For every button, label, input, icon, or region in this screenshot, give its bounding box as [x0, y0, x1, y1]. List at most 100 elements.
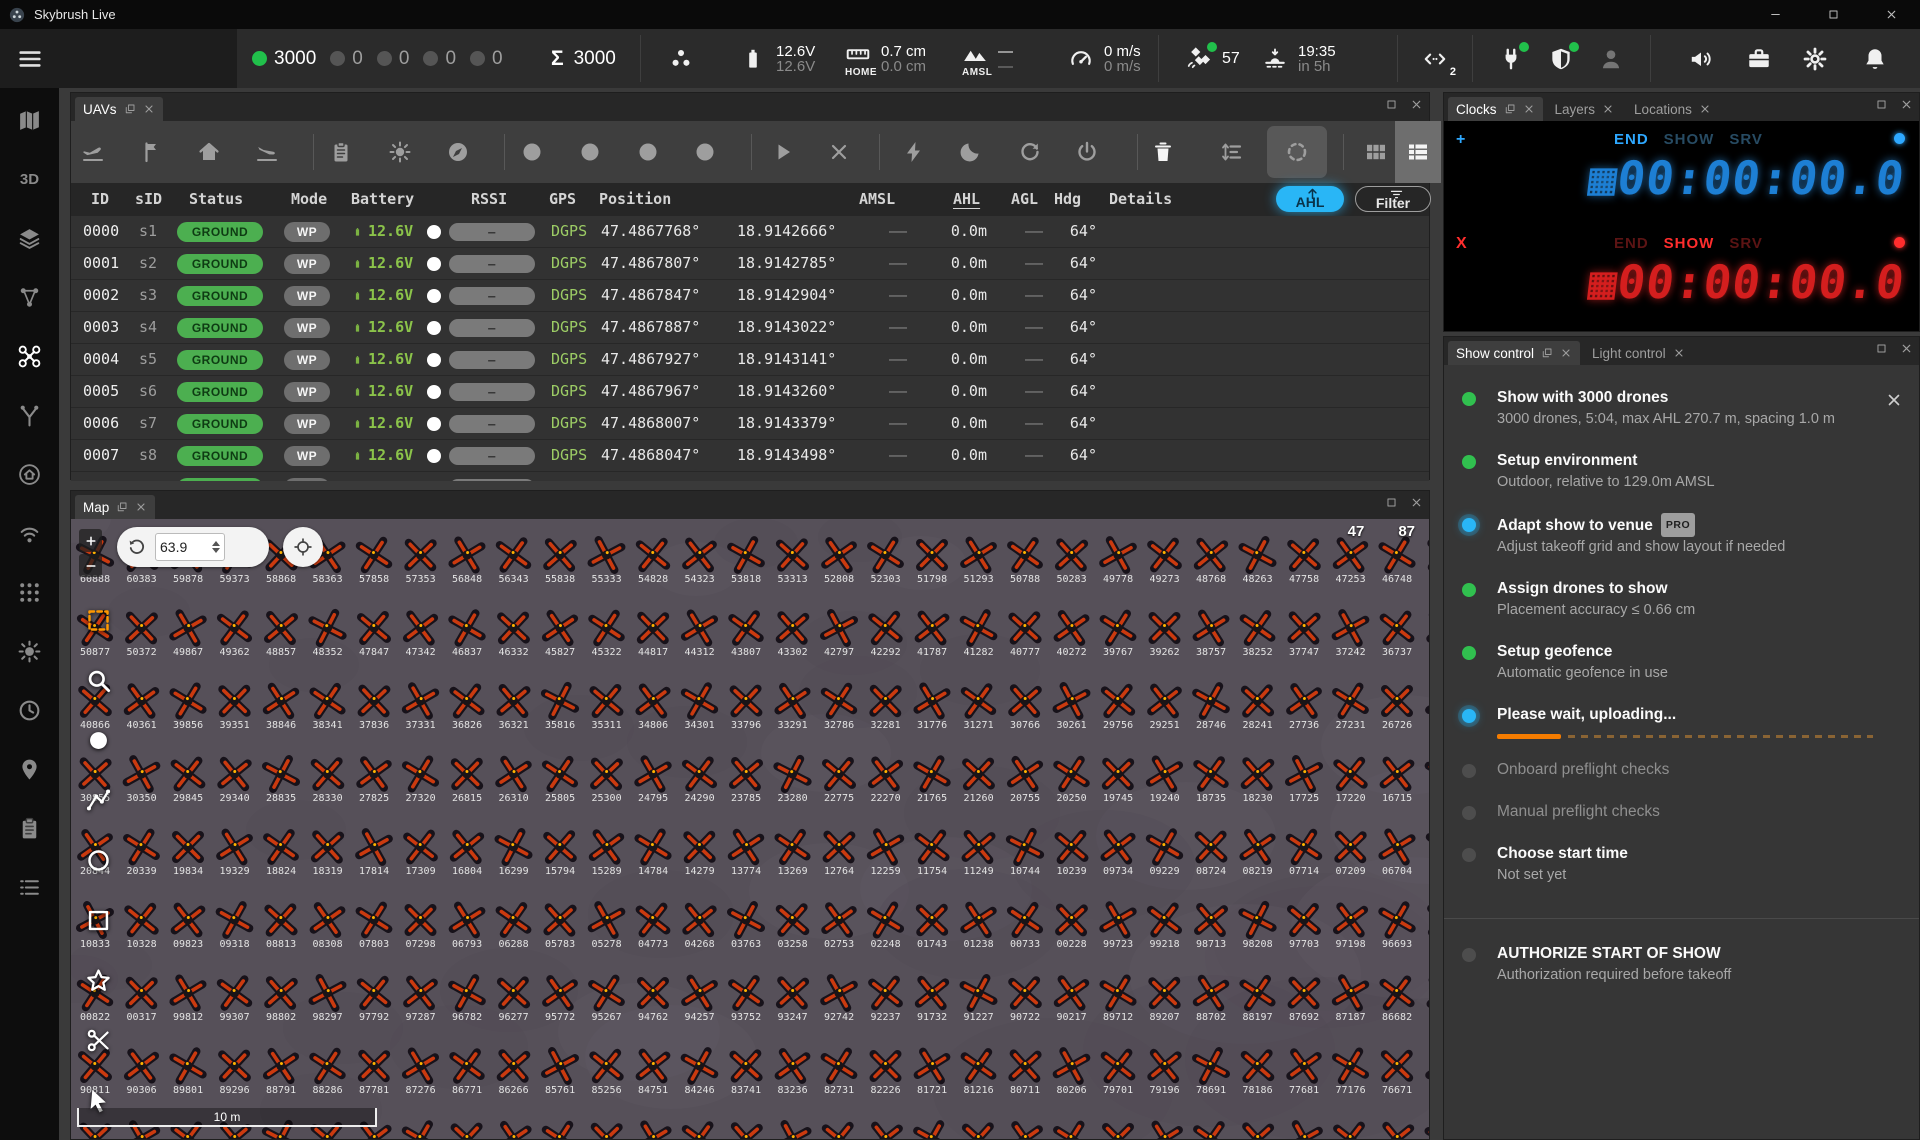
battery-summary[interactable]: 12.6V 12.6V [740, 29, 815, 88]
clock-label-srv[interactable]: SRV [1729, 235, 1763, 252]
start-button[interactable] [771, 140, 795, 164]
column-header-gps[interactable]: GPS [549, 183, 576, 216]
minimize-button[interactable] [1746, 0, 1804, 29]
path-tool-icon[interactable] [85, 787, 112, 814]
swarm-status[interactable] [668, 29, 694, 88]
setup-step-7[interactable]: Onboard preflight checks [1444, 749, 1919, 791]
altitude-summary[interactable]: AMSL — — [962, 29, 1013, 88]
color-1-button[interactable] [520, 140, 544, 164]
tab-locations[interactable]: Locations [1626, 97, 1719, 121]
grid-view-button[interactable] [1364, 140, 1388, 164]
remove-button[interactable] [1151, 140, 1175, 164]
column-header-mode[interactable]: Mode [291, 183, 327, 216]
uav-row-0004[interactable]: 0004 s5 GROUND WP 12.6V — DGPS 47.4867927° 18.91… [71, 344, 1429, 376]
settings-button[interactable] [1802, 29, 1828, 88]
list-view-button[interactable] [1406, 140, 1430, 164]
uav-count-slot2[interactable]: 0 [376, 48, 409, 70]
setup-step-6[interactable]: Please wait, uploading... [1444, 694, 1919, 749]
sort-list-button[interactable] [1220, 140, 1244, 164]
messages-button[interactable] [329, 140, 353, 164]
sunset-schedule[interactable]: 19:35 in 5h [1262, 29, 1336, 88]
selection-mode-button[interactable] [1285, 140, 1309, 164]
notifications-button[interactable] [1862, 29, 1888, 88]
select-tool-icon[interactable] [85, 607, 112, 634]
close-tab-icon[interactable] [1602, 103, 1614, 115]
power-off-button[interactable] [1075, 140, 1099, 164]
return-to-home-button[interactable] [197, 140, 221, 164]
toolbox-button[interactable] [1746, 29, 1772, 88]
rectangle-tool-icon[interactable] [85, 907, 112, 934]
reboot-button[interactable] [1018, 140, 1042, 164]
column-header-sid[interactable]: sID [135, 183, 162, 216]
maximize-panel-icon[interactable] [1385, 496, 1398, 509]
uav-count-active[interactable]: 3000 [252, 48, 316, 70]
sidebar-item-locations[interactable] [10, 749, 50, 789]
clock-label-end[interactable]: END [1614, 131, 1649, 148]
column-header-ahl[interactable]: AHL [953, 183, 980, 216]
clock-label-show[interactable]: SHOW [1664, 235, 1715, 252]
tab-light-control[interactable]: Light control [1584, 341, 1693, 365]
uav-count-slot1[interactable]: 0 [330, 48, 363, 70]
server-connection[interactable] [1498, 29, 1529, 88]
column-header-hdg[interactable]: Hdg [1054, 183, 1081, 216]
zoom-tool-icon[interactable] [85, 667, 112, 694]
column-header-status[interactable]: Status [189, 183, 243, 216]
setup-step-4[interactable]: Assign drones to show Placement accuracy … [1444, 568, 1919, 631]
hamburger-menu-icon[interactable] [16, 45, 44, 73]
tab-map[interactable]: Map [75, 495, 156, 519]
close-tab-icon[interactable] [135, 501, 147, 513]
sort-by-ahl-button[interactable]: AHL [1276, 186, 1344, 212]
datalink-status[interactable]: 2 [1422, 29, 1456, 88]
uav-row-0005[interactable]: 0005 s6 GROUND WP 12.6V — DGPS 47.4867967° 18.91… [71, 376, 1429, 408]
setup-step-5[interactable]: Setup geofence Automatic geofence in use [1444, 631, 1919, 694]
rotation-input[interactable]: 63.9 [155, 533, 225, 561]
column-header-agl[interactable]: AGL [1011, 183, 1038, 216]
popout-icon[interactable] [124, 103, 136, 115]
uav-count-slot4[interactable]: 0 [470, 48, 503, 70]
safety-status[interactable] [1548, 29, 1579, 88]
tab-layers[interactable]: Layers [1547, 97, 1623, 121]
clock-label-end[interactable]: END [1614, 235, 1649, 252]
color-2-button[interactable] [578, 140, 602, 164]
column-header-battery[interactable]: Battery [351, 183, 414, 216]
sidebar-item-connections[interactable] [10, 277, 50, 317]
popout-icon[interactable] [1541, 347, 1553, 359]
maximize-panel-icon[interactable] [1875, 98, 1888, 111]
column-header-position[interactable]: Position [599, 183, 671, 216]
tab-clocks[interactable]: Clocks [1448, 97, 1543, 121]
clock-label-srv[interactable]: SRV [1729, 131, 1763, 148]
takeoff-button[interactable] [81, 140, 105, 164]
sidebar-item-swarm[interactable] [10, 572, 50, 612]
setup-step-2[interactable]: Setup environment Outdoor, relative to 12… [1444, 440, 1919, 503]
sleep-button[interactable] [958, 140, 982, 164]
sidebar-item-log[interactable] [10, 867, 50, 907]
color-4-button[interactable] [693, 140, 717, 164]
flash-lights-button[interactable] [388, 140, 412, 164]
close-tab-icon[interactable] [1673, 347, 1685, 359]
distance-summary[interactable]: HOME 0.7 cm 0.0 cm [845, 29, 926, 88]
close-tab-icon[interactable] [1699, 103, 1711, 115]
uav-count-slot3[interactable]: 0 [423, 48, 456, 70]
sidebar-item-takeoff-grid[interactable] [10, 454, 50, 494]
uav-row-0000[interactable]: 0000 s1 GROUND WP 12.6V — DGPS 47.4867768° 18.91… [71, 216, 1429, 248]
sidebar-item-uavs[interactable] [10, 336, 50, 376]
sidebar-item-3d-view[interactable]: 3D [10, 159, 50, 199]
arm-button[interactable] [902, 140, 926, 164]
setup-step-3[interactable]: Adapt show to venue PRO Adjust takeoff gri… [1444, 503, 1919, 568]
close-panel-icon[interactable] [1410, 496, 1423, 509]
maximize-panel-icon[interactable] [1875, 342, 1888, 355]
fit-view-button[interactable] [283, 527, 323, 567]
broadcast-button[interactable] [1688, 29, 1714, 88]
tab-uavs[interactable]: UAVs [75, 97, 163, 121]
close-tab-icon[interactable] [143, 103, 155, 115]
close-panel-icon[interactable] [1410, 98, 1423, 111]
land-button[interactable] [255, 140, 279, 164]
uav-row-0002[interactable]: 0002 s3 GROUND WP 12.6V — DGPS 47.4867847° 18.91… [71, 280, 1429, 312]
map-canvas[interactable]: 60888 60383 59878 59373 58868 58363 57858 57353… [71, 519, 1429, 1139]
maximize-panel-icon[interactable] [1385, 98, 1398, 111]
setup-step-8[interactable]: Manual preflight checks [1444, 791, 1919, 833]
sidebar-item-layers[interactable] [10, 218, 50, 258]
sidebar-item-clocks[interactable] [10, 690, 50, 730]
point-tool-icon[interactable] [85, 727, 112, 754]
setup-step-1[interactable]: Show with 3000 drones 3000 drones, 5:04, … [1444, 377, 1919, 440]
